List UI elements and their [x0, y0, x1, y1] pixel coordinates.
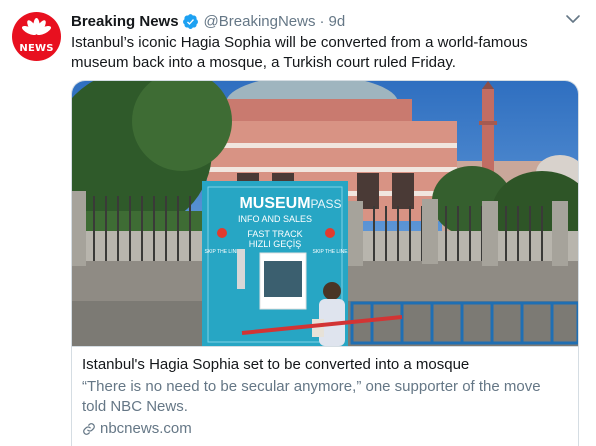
card-domain[interactable]: nbcnews.com: [82, 419, 568, 439]
card-body[interactable]: Istanbul's Hagia Sophia set to be conver…: [72, 346, 578, 446]
card-domain-text: nbcnews.com: [100, 420, 192, 437]
separator-dot: ·: [319, 12, 325, 30]
kiosk-fast-track: FAST TRACK: [247, 229, 302, 239]
tweet-text: Istanbul’s iconic Hagia Sophia will be c…: [71, 34, 528, 71]
display-name[interactable]: Breaking News: [71, 13, 179, 30]
tweet-header: Breaking News @BreakingNews · 9d: [71, 11, 345, 31]
kiosk-brand-suffix: PASS: [310, 197, 341, 211]
hagia-sophia-photo: MUSEUM PASS INFO AND SALES FAST TRACK HI…: [72, 81, 578, 346]
kiosk-subtitle: INFO AND SALES: [238, 214, 312, 224]
chevron-down-icon[interactable]: [565, 12, 581, 26]
avatar-logo-text: NEWS: [19, 43, 54, 54]
link-icon: [83, 423, 95, 435]
verified-badge-icon: [182, 13, 198, 29]
tweet[interactable]: NEWS Breaking News @BreakingNews · 9d Is…: [0, 0, 596, 446]
kiosk-fast-track-tr: HIZLI GEÇİŞ: [249, 239, 302, 249]
avatar[interactable]: NEWS: [12, 12, 61, 61]
card-title[interactable]: Istanbul's Hagia Sophia set to be conver…: [82, 355, 568, 375]
kiosk-skip-right: SKIP THE LINE: [312, 249, 348, 255]
card-image[interactable]: MUSEUM PASS INFO AND SALES FAST TRACK HI…: [72, 81, 578, 346]
card-description: “There is no need to be secular anymore,…: [82, 378, 541, 415]
kiosk-brand: MUSEUM: [239, 195, 310, 212]
handle[interactable]: @BreakingNews: [204, 13, 316, 30]
timestamp[interactable]: 9d: [328, 13, 345, 30]
link-card[interactable]: MUSEUM PASS INFO AND SALES FAST TRACK HI…: [71, 80, 579, 446]
kiosk-skip-left: SKIP THE LINE: [204, 249, 240, 255]
